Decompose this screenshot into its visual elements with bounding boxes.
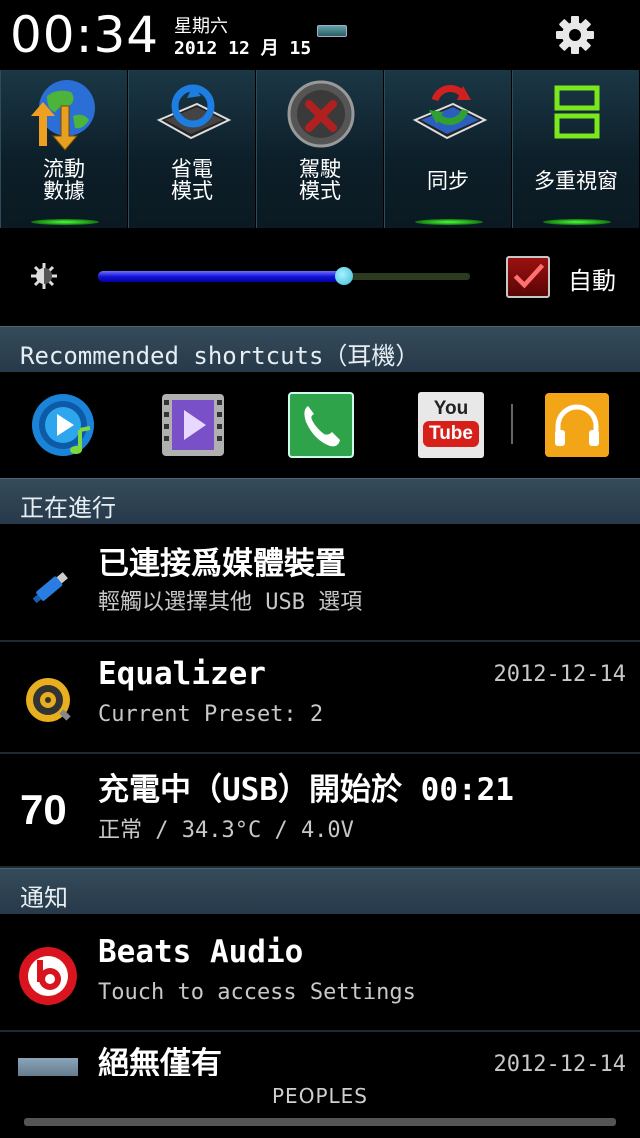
drag-handle[interactable]: [24, 1118, 616, 1126]
notification-equalizer[interactable]: Equalizer Current Preset: 2 2012-12-14: [0, 642, 640, 754]
toggle-label: 駕駛 模式: [299, 157, 341, 203]
notification-subtitle: Current Preset: 2: [98, 702, 324, 727]
notification-subtitle: 正常 / 34.3°C / 4.0V: [98, 818, 354, 843]
toggle-indicator: [543, 219, 611, 225]
shortcut-divider: [511, 404, 513, 444]
notification-music[interactable]: 絕無僅有 2012-12-14: [0, 1032, 640, 1078]
usb-icon: [32, 572, 68, 604]
album-art-icon: [18, 1058, 78, 1078]
notification-beats-audio[interactable]: Beats Audio Touch to access Settings: [0, 916, 640, 1032]
sync-icon: [412, 85, 488, 140]
toggle-label: 省電 模式: [171, 157, 213, 203]
notification-title: Equalizer: [98, 656, 266, 692]
notification-title: 充電中（USB）開始於 00:21: [98, 772, 514, 808]
brightness-slider-thumb[interactable]: [334, 267, 353, 285]
notification-timestamp: 2012-12-14: [493, 662, 626, 687]
beats-audio-icon: [19, 947, 77, 1005]
status-header: 00:34 星期六 2012 12 月 15: [0, 0, 640, 70]
power-saving-icon: [156, 84, 232, 140]
section-notifications: 通知: [0, 868, 640, 914]
toggle-label: 同步: [427, 169, 469, 193]
youtube-icon[interactable]: You Tube: [418, 392, 484, 458]
globe-data-icon: [31, 80, 95, 151]
section-ongoing: 正在進行: [0, 478, 640, 524]
music-player-icon[interactable]: [30, 392, 96, 458]
brightness-slider-fill: [98, 271, 344, 282]
brightness-icon: [31, 263, 57, 289]
notification-usb[interactable]: 已連接爲媒體裝置 輕觸以選擇其他 USB 選項: [0, 526, 640, 642]
date: 2012 12 月 15: [174, 38, 312, 59]
notification-title: 絕無僅有: [98, 1046, 222, 1078]
toggle-power-saving[interactable]: 省電 模式: [128, 70, 256, 228]
toggle-label: 流動 數據: [43, 157, 85, 203]
brightness-slider[interactable]: [98, 267, 470, 285]
notification-title: 已連接爲媒體裝置: [98, 546, 346, 582]
toggle-multi-window[interactable]: 多重視窗: [512, 70, 640, 228]
auto-brightness-label: 自動: [568, 267, 616, 295]
toggle-label: 多重視窗: [534, 169, 618, 193]
shortcuts-bar: You Tube: [0, 372, 640, 478]
toggle-indicator: [415, 219, 483, 225]
toggle-driving-mode[interactable]: 駕駛 模式: [256, 70, 384, 228]
notification-charging[interactable]: 70 充電中（USB）開始於 00:21 正常 / 34.3°C / 4.0V: [0, 754, 640, 868]
notification-timestamp: 2012-12-14: [493, 1052, 626, 1077]
notification-title: Beats Audio: [98, 934, 304, 970]
video-player-icon[interactable]: [160, 392, 226, 458]
clock: 00:34: [10, 6, 160, 64]
section-recommended-shortcuts: Recommended shortcuts（耳機）: [0, 326, 640, 372]
equalizer-icon: [26, 678, 71, 722]
notification-subtitle: Touch to access Settings: [98, 980, 416, 1005]
battery-mini-icon: [317, 25, 347, 37]
headphones-icon[interactable]: [544, 392, 610, 458]
bottom-bar: PEOPLES: [0, 1076, 640, 1138]
toggle-mobile-data[interactable]: 流動 數據: [0, 70, 128, 228]
carrier-label: PEOPLES: [272, 1084, 368, 1108]
notification-subtitle: 輕觸以選擇其他 USB 選項: [98, 590, 363, 615]
brightness-panel: 自動: [0, 228, 640, 326]
driving-mode-icon: [287, 80, 355, 148]
toggle-indicator: [31, 219, 99, 225]
phone-icon[interactable]: [288, 392, 354, 458]
toggle-sync[interactable]: 同步: [384, 70, 512, 228]
battery-level-icon: 70: [20, 786, 67, 833]
quick-toggles: 流動 數據 省電 模式 駕駛 模式 同步 多重視窗: [0, 70, 640, 228]
multi-window-icon: [554, 85, 600, 139]
auto-brightness-checkbox[interactable]: [506, 256, 550, 298]
gear-icon[interactable]: [552, 12, 598, 58]
